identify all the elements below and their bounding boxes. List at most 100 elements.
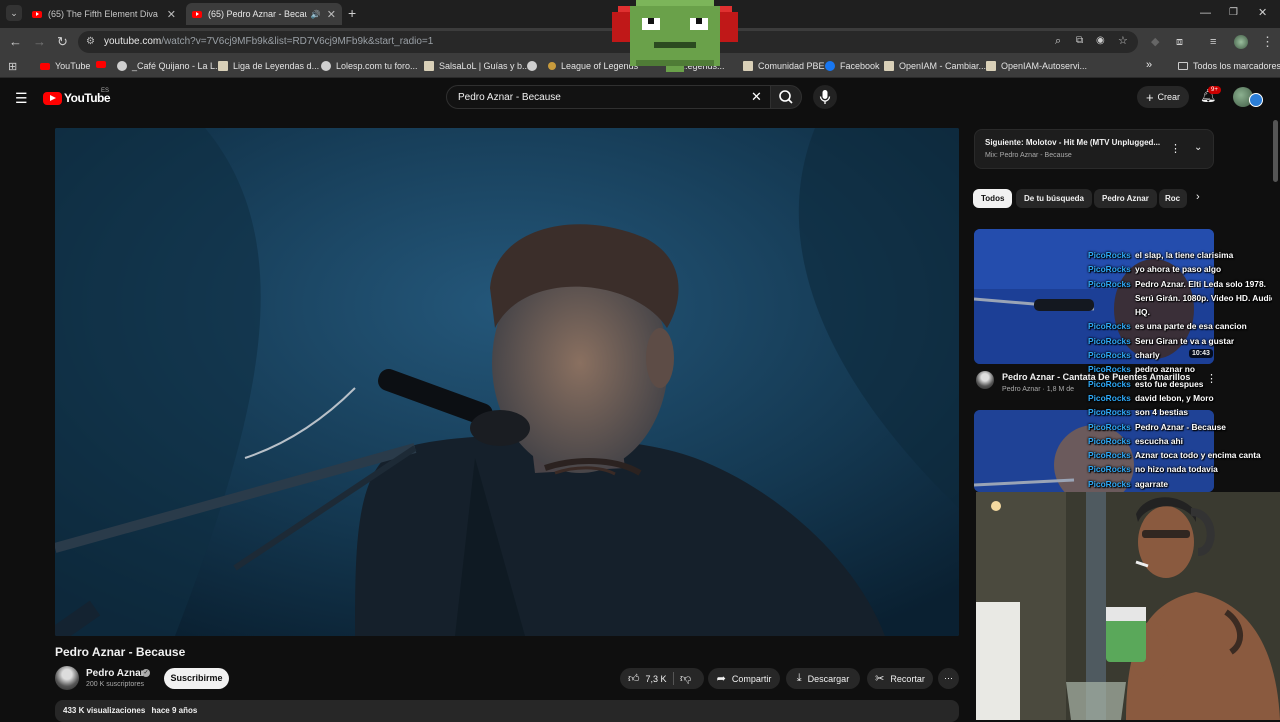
chat-message: PicoRocks esto fue despues <box>1088 377 1278 391</box>
subscribe-button[interactable]: Suscribirme <box>164 668 229 689</box>
youtube-header: ☰ YouTube ES Pedro Aznar - Because ✕ + Cr… <box>0 79 1280 116</box>
search-query: Pedro Aznar - Because <box>458 92 561 103</box>
stream-chat-overlay: PicoRocks el slap, la tiene clarisima Pico… <box>1088 248 1278 491</box>
scrollbar-thumb[interactable] <box>1273 120 1278 182</box>
chip-pedro-aznar[interactable]: Pedro Aznar <box>1094 189 1157 208</box>
chat-message: PicoRocks es una parte de esa cancion <box>1088 319 1278 333</box>
thumbs-down-icon[interactable]: 👎︎ <box>680 672 691 685</box>
site-info-icon[interactable]: ⚙ <box>86 36 95 47</box>
menu-kebab-icon[interactable]: ⋮ <box>1261 34 1274 50</box>
youtube-icon <box>40 62 50 70</box>
download-button[interactable]: ⤓ Descargar <box>786 668 860 689</box>
bookmark-lolesp[interactable]: Lolesp.com tu foro... <box>321 61 418 71</box>
bookmark-youtube[interactable]: YouTube <box>40 61 90 71</box>
bookmark-openiam-autoservicio[interactable]: OpenIAM-Autoservi... <box>986 61 1087 71</box>
restore-icon[interactable]: ❐ <box>1229 5 1238 21</box>
clip-button[interactable]: ✂ Recortar <box>867 668 933 689</box>
bookmark-salsalol[interactable]: SalsaLoL | Guías y b... <box>424 61 530 71</box>
search-button[interactable] <box>770 85 802 109</box>
clear-search-icon[interactable]: ✕ <box>751 89 762 105</box>
hamburger-menu-icon[interactable]: ☰ <box>15 90 28 107</box>
bookmark-cafe-quijano[interactable]: _Café Quijano - La L... <box>117 61 223 71</box>
description-box[interactable]: 433 K visualizaciones hace 9 años <box>55 700 959 722</box>
chevron-down-icon[interactable]: ⌄ <box>1194 142 1202 153</box>
youtube-icon <box>96 61 106 68</box>
chat-text: yo ahora te paso algo <box>1135 264 1222 275</box>
close-icon[interactable]: ✕ <box>327 8 336 21</box>
page-icon <box>424 61 434 71</box>
bookmark-liga-leyendas[interactable]: Liga de Leyendas d... <box>218 61 319 71</box>
bookmark-label: Liga de Leyendas d... <box>233 61 320 71</box>
bookmark-globe[interactable] <box>527 61 542 71</box>
up-next-card[interactable]: Siguiente: Molotov - Hit Me (MTV Unplugg… <box>974 129 1214 169</box>
chat-text: escucha ahi <box>1135 435 1183 446</box>
bookmark-openiam-cambiar[interactable]: OpenIAM - Cambiar... <box>884 61 986 71</box>
video-frame <box>55 128 959 636</box>
chat-text: es una parte de esa cancion <box>1135 321 1247 332</box>
recommended-channel-avatar[interactable] <box>976 371 994 389</box>
channel-avatar[interactable] <box>55 666 79 690</box>
create-button[interactable]: + Crear <box>1137 86 1189 108</box>
chat-message: PicoRocks yo ahora te paso algo <box>1088 262 1278 276</box>
like-count: 7,3 K <box>645 673 667 684</box>
microphone-icon <box>819 90 831 104</box>
chat-message: PicoRocks no hizo nada todavia <box>1088 462 1278 476</box>
tab-pedro-aznar[interactable]: (65) Pedro Aznar - Because 🔊 ✕ <box>186 3 342 25</box>
voice-search-button[interactable] <box>813 85 837 109</box>
apps-grid-icon[interactable]: ⊞ <box>8 59 17 75</box>
channel-name[interactable]: Pedro Aznar <box>86 668 145 679</box>
speaker-icon[interactable]: 🔊 <box>311 10 321 19</box>
video-player[interactable] <box>55 128 959 636</box>
cast-icon[interactable]: ⧉ <box>1076 35 1083 46</box>
back-arrow-icon[interactable]: ← <box>9 34 22 50</box>
globe-icon <box>321 61 331 71</box>
media-control-icon[interactable]: ≡ <box>1210 34 1216 50</box>
globe-icon <box>117 61 127 71</box>
chat-text: no hizo nada todavia <box>1135 464 1218 475</box>
profile-avatar[interactable] <box>1234 35 1248 49</box>
eye-off-icon[interactable]: ◉ <box>1096 35 1105 46</box>
more-actions-button[interactable]: ⋯ <box>938 668 959 689</box>
share-button[interactable]: ➦ Compartir <box>708 668 780 689</box>
chip-de-tu-busqueda[interactable]: De tu búsqueda <box>1016 189 1093 208</box>
create-label: Crear <box>1157 92 1181 102</box>
bookmark-youtube-2[interactable] <box>96 61 111 68</box>
address-bar[interactable]: ⚙ youtube.com/watch?v=7V6cj9MFb9k&list=R… <box>78 31 1138 53</box>
chat-message: PicoRocks el slap, la tiene clarisima <box>1088 248 1278 262</box>
all-bookmarks-label: Todos los marcadores <box>1193 61 1280 71</box>
extensions-puzzle-icon[interactable]: ⧈ <box>1176 34 1183 50</box>
extension-icon[interactable]: ◆ <box>1151 34 1159 50</box>
zoom-icon[interactable]: ⌕ <box>1055 35 1061 48</box>
reload-icon[interactable]: ↻ <box>57 34 68 50</box>
chip-rock[interactable]: Roc <box>1159 189 1187 208</box>
account-badge-avatar <box>1249 93 1263 107</box>
more-bookmarks-chevron-icon[interactable]: » <box>1146 59 1152 71</box>
tab-search-chevron-icon[interactable]: ⌄ <box>6 5 22 21</box>
url-host: youtube.com <box>104 36 162 47</box>
chip-todos[interactable]: Todos <box>973 189 1013 208</box>
tab-fifth-element[interactable]: (65) The Fifth Element Diva Dan ✕ <box>26 3 182 25</box>
chat-username: PicoRocks <box>1088 335 1131 346</box>
search-input[interactable]: Pedro Aznar - Because ✕ <box>446 85 771 109</box>
close-window-icon[interactable]: ✕ <box>1258 5 1267 21</box>
all-bookmarks-folder[interactable]: Todos los marcadores <box>1178 61 1280 71</box>
bookmark-star-icon[interactable]: ☆ <box>1118 34 1128 47</box>
kebab-menu-icon[interactable]: ⋮ <box>1170 142 1181 155</box>
webcam-image <box>976 492 1280 720</box>
minimize-icon[interactable]: — <box>1200 5 1211 21</box>
bookmark-facebook[interactable]: Facebook <box>825 61 880 71</box>
chat-text: son 4 bestias <box>1135 407 1189 418</box>
download-label: Descargar <box>807 673 850 684</box>
chevron-right-icon[interactable]: › <box>1196 191 1200 203</box>
new-tab-plus-icon[interactable]: + <box>348 5 356 21</box>
forward-arrow-icon[interactable]: → <box>33 34 46 50</box>
close-icon[interactable]: ✕ <box>167 8 176 21</box>
chat-message: PicoRocks Seru Giran te va a gustar <box>1088 334 1278 348</box>
share-icon: ➦ <box>716 673 726 685</box>
bookmark-comunidad-pbe[interactable]: Comunidad PBE <box>743 61 825 71</box>
youtube-logo[interactable]: YouTube <box>43 91 111 105</box>
chat-message: PicoRocks Aznar toca todo y encima canta <box>1088 448 1278 462</box>
like-button[interactable]: 👍︎ 7,3 K <box>620 668 704 689</box>
globe-icon <box>527 61 537 71</box>
chat-text: pedro aznar no <box>1135 364 1196 375</box>
